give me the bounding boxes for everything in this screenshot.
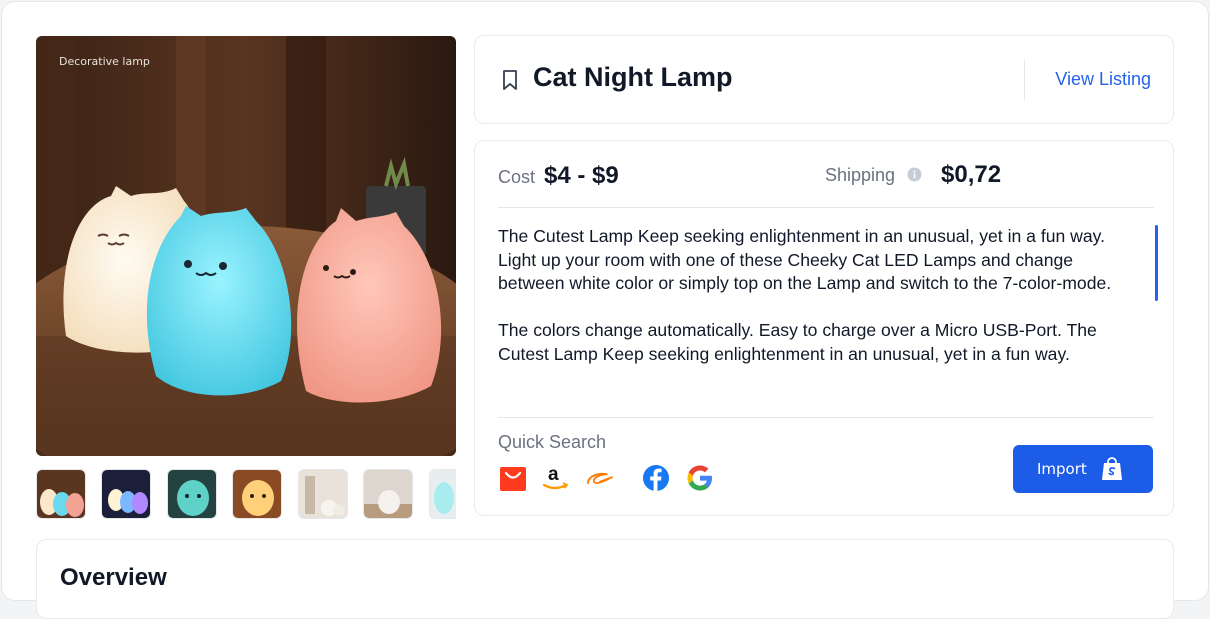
thumbnail-1-graphic: [37, 470, 85, 518]
alibaba-icon[interactable]: [585, 463, 615, 493]
thumbnail-1[interactable]: [36, 469, 86, 519]
description-paragraph-2: The colors change automatically. Easy to…: [498, 320, 1097, 364]
thumbnail-5-graphic: [299, 470, 347, 518]
thumbnail-6-graphic: [364, 470, 412, 518]
bookmark-icon[interactable]: [500, 69, 520, 91]
info-icon[interactable]: [907, 167, 922, 182]
thumbnail-6[interactable]: [363, 469, 413, 519]
description-paragraph-1: The Cutest Lamp Keep seeking enlightenme…: [498, 226, 1112, 293]
title-card: Cat Night Lamp View Listing: [474, 35, 1174, 124]
google-icon[interactable]: [685, 463, 715, 493]
thumbnail-2-graphic: [102, 470, 150, 518]
thumbnail-3-graphic: [168, 470, 216, 518]
divider: [498, 207, 1154, 208]
thumbnail-3[interactable]: [167, 469, 217, 519]
import-button-label: Import: [1037, 460, 1087, 478]
thumbnail-5[interactable]: [298, 469, 348, 519]
svg-text:a: a: [548, 464, 559, 485]
overview-title: Overview: [60, 564, 167, 591]
import-button[interactable]: Import: [1013, 445, 1153, 493]
description-scroll-area[interactable]: The Cutest Lamp Keep seeking enlightenme…: [498, 225, 1158, 395]
aliexpress-icon[interactable]: [498, 463, 528, 493]
image-caption: Decorative lamp: [59, 55, 150, 68]
thumbnail-7[interactable]: [429, 469, 456, 519]
thumbnail-4[interactable]: [232, 469, 282, 519]
product-title: Cat Night Lamp: [533, 62, 733, 92]
description-scrollbar[interactable]: [1155, 225, 1158, 301]
thumbnail-strip: [36, 468, 456, 520]
product-main-image[interactable]: Decorative lamp: [36, 36, 456, 456]
quick-search-label: Quick Search: [498, 432, 607, 452]
thumbnail-4-graphic: [233, 470, 281, 518]
facebook-icon[interactable]: [641, 463, 671, 493]
divider: [498, 417, 1154, 418]
title-divider: [1024, 59, 1025, 101]
shipping-value: $0,72: [941, 161, 1002, 188]
detail-card: Cost $4 - $9 Shipping $0,72 The Cutest L…: [474, 140, 1174, 516]
cost-label: Cost: [498, 167, 536, 187]
view-listing-link[interactable]: View Listing: [1055, 69, 1151, 90]
description-text: The Cutest Lamp Keep seeking enlightenme…: [498, 225, 1144, 366]
overview-card: Overview: [36, 539, 1174, 619]
amazon-icon[interactable]: a: [540, 463, 570, 493]
thumbnail-7-graphic: [430, 470, 456, 518]
thumbnail-2[interactable]: [101, 469, 151, 519]
shopify-bag-icon: [1102, 457, 1122, 480]
main-image-graphic: [36, 36, 456, 456]
shipping-label: Shipping: [825, 165, 896, 185]
cost-value: $4 - $9: [544, 162, 619, 189]
